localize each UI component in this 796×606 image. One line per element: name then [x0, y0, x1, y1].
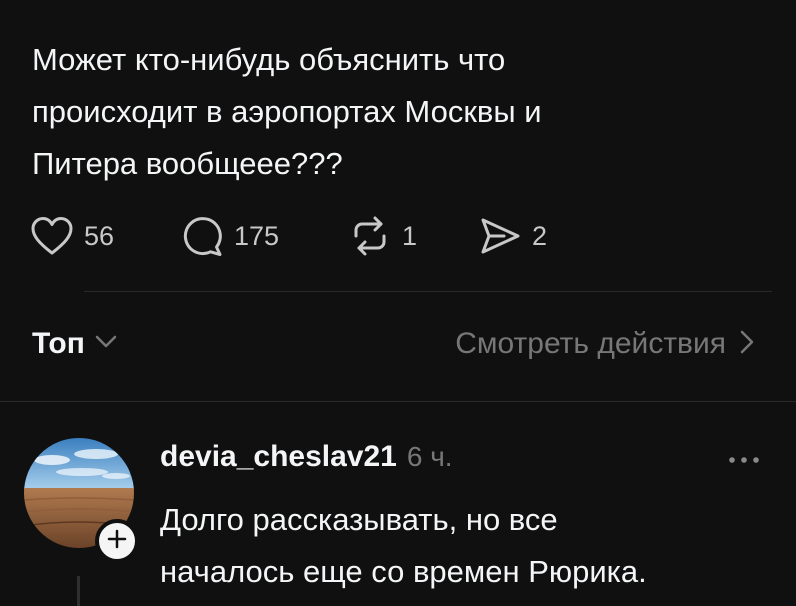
- comment-text-line: Долго рассказывать, но все: [160, 502, 558, 537]
- divider: [0, 401, 796, 402]
- comment-header: devia_cheslav21 6 ч.: [160, 440, 453, 474]
- share-count: 2: [532, 220, 548, 251]
- more-button[interactable]: [724, 450, 764, 470]
- view-activity-label: Смотреть действия: [455, 327, 726, 360]
- send-icon: [478, 214, 522, 258]
- comment-text-line: началось еще со времен Рюрика.: [160, 554, 647, 589]
- comment-username[interactable]: devia_cheslav21: [160, 440, 397, 474]
- plus-icon: [107, 529, 127, 554]
- post-text: Может кто-нибудь объяснить что происходи…: [32, 34, 772, 190]
- chevron-right-icon: [726, 330, 754, 359]
- post-text-line: Питера вообщеее???: [32, 146, 343, 181]
- comment-count: 175: [234, 220, 280, 251]
- comment-timestamp: 6 ч.: [406, 441, 453, 472]
- sort-label: Топ: [32, 327, 85, 360]
- heart-icon: [30, 216, 74, 256]
- post-action-bar: 56 175 1 2: [30, 212, 547, 260]
- speech-bubble-icon: [180, 214, 224, 258]
- post-text-line: происходит в аэропортах Москвы и: [32, 94, 542, 129]
- share-button[interactable]: 2: [478, 214, 547, 258]
- sort-dropdown[interactable]: Топ: [32, 327, 117, 361]
- divider: [84, 291, 772, 292]
- like-button[interactable]: 56: [30, 216, 180, 256]
- repost-button[interactable]: 1: [348, 214, 478, 258]
- like-count: 56: [84, 220, 115, 251]
- comment-text: Долго рассказывать, но все началось еще …: [160, 494, 780, 598]
- view-activity-link[interactable]: Смотреть действия: [455, 327, 754, 361]
- comment-button[interactable]: 175: [180, 214, 348, 258]
- repost-arrows-icon: [348, 214, 392, 258]
- more-horizontal-icon: [724, 457, 764, 474]
- post-text-line: Может кто-нибудь объяснить что: [32, 42, 506, 77]
- follow-button[interactable]: [95, 519, 139, 563]
- repost-count: 1: [402, 220, 418, 251]
- chevron-down-icon: [85, 335, 117, 354]
- thread-line: [77, 576, 80, 606]
